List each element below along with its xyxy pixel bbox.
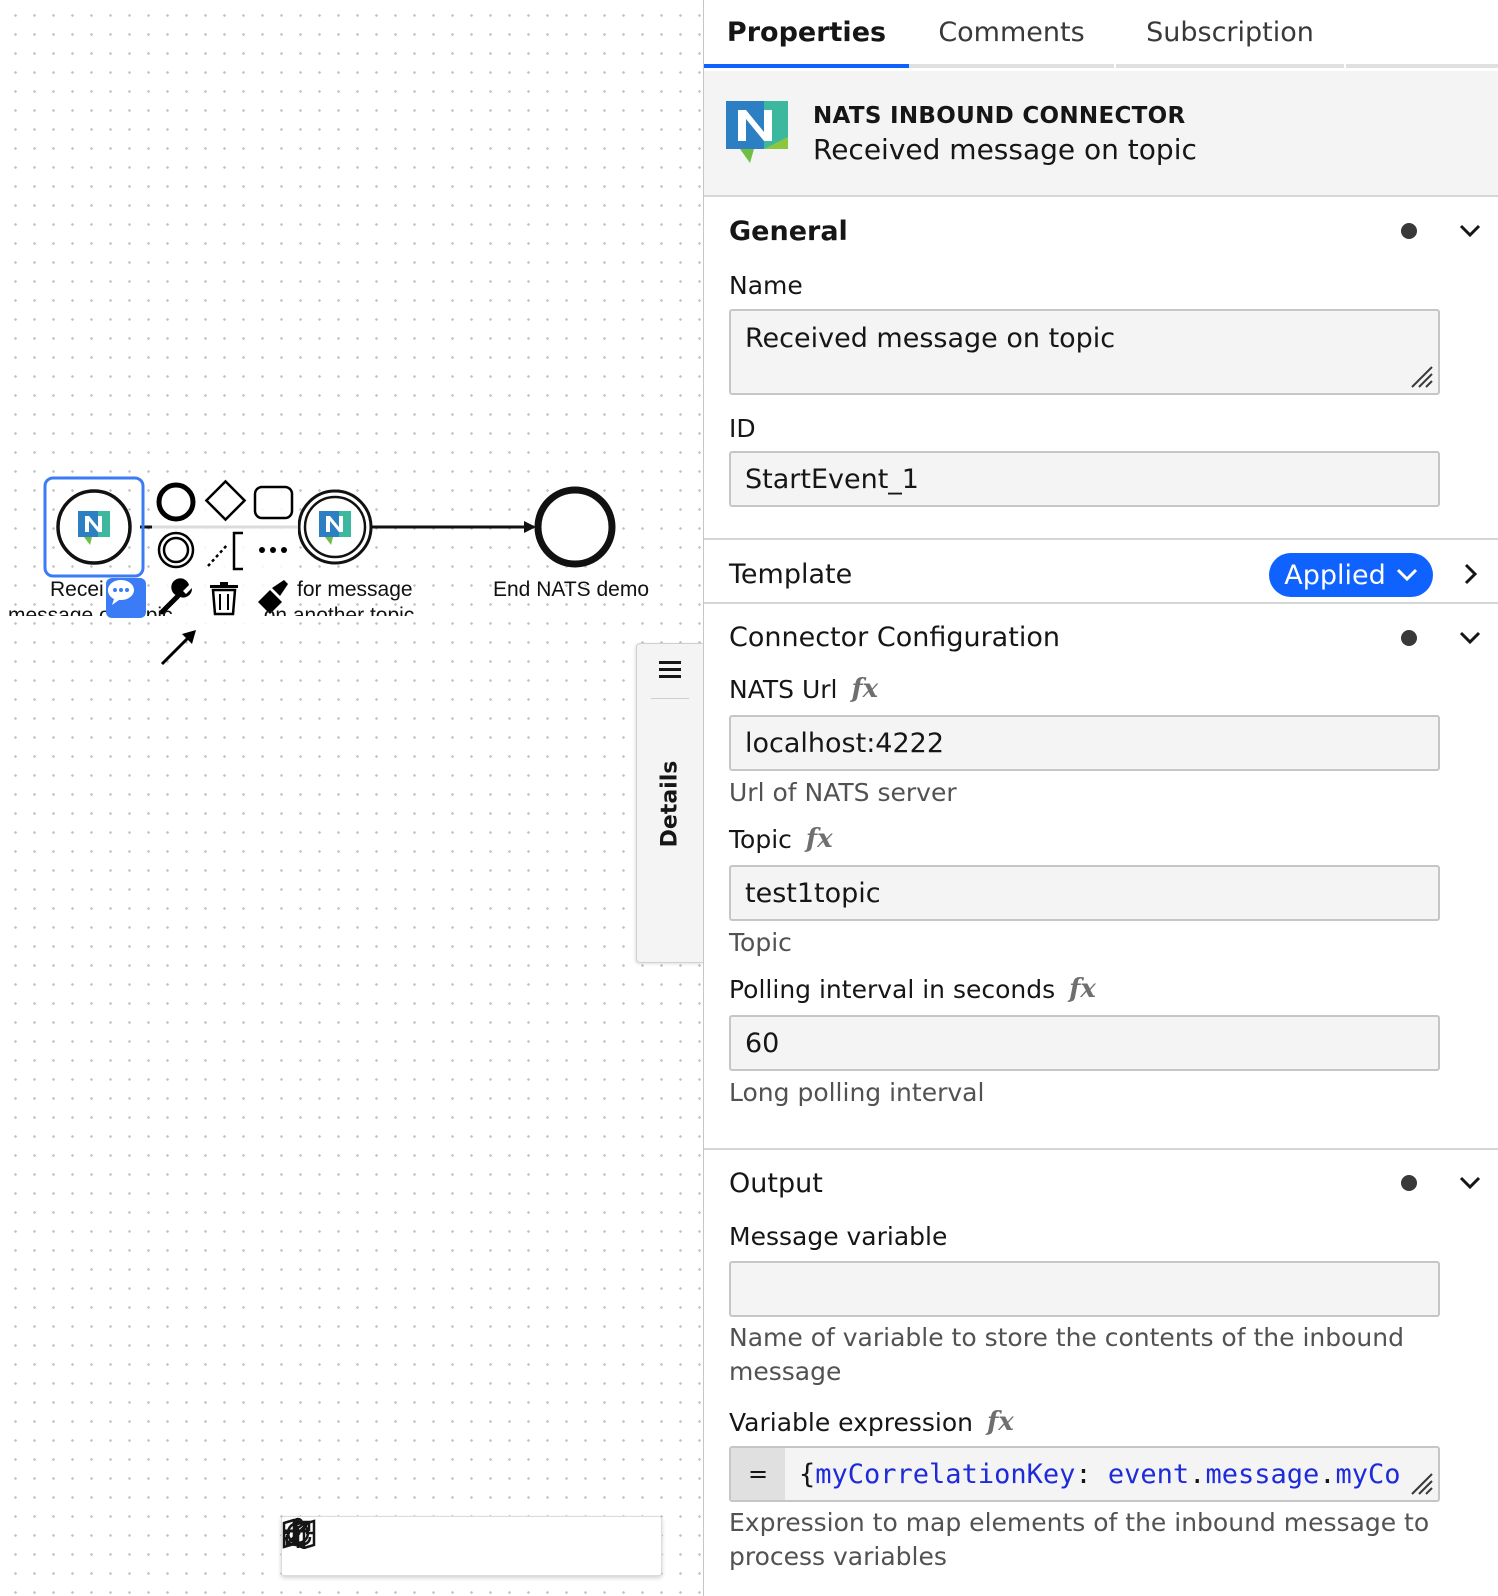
nats-url-label: NATS Url fx <box>729 674 878 704</box>
comment-icon[interactable] <box>106 578 146 618</box>
group-output-title[interactable]: Output <box>729 1168 823 1199</box>
nats-url-label-text: NATS Url <box>729 674 838 704</box>
fx-icon[interactable]: fx <box>987 1407 1014 1437</box>
start-event[interactable] <box>56 489 132 565</box>
minimap-icon[interactable] <box>282 1518 463 1567</box>
id-field-value: StartEvent_1 <box>745 463 919 495</box>
menu-lines-icon <box>659 661 681 678</box>
recenter-icon[interactable] <box>283 1518 522 1567</box>
topic-field[interactable]: test1topic <box>729 865 1440 921</box>
feel-equals-prefix: = <box>731 1448 785 1500</box>
zoom-out-icon[interactable] <box>285 1525 582 1567</box>
group-connector-dot <box>1401 630 1417 646</box>
template-applied-badge[interactable]: Applied <box>1269 553 1433 597</box>
tab-spacer <box>1346 0 1498 68</box>
variable-expression-value: {myCorrelationKey: event. message. myCo <box>799 1448 1423 1500</box>
fx-icon[interactable]: fx <box>1069 974 1096 1004</box>
message-variable-label: Message variable <box>729 1222 948 1251</box>
diagram-svg <box>43 476 616 666</box>
expr-token: . <box>1319 1458 1336 1490</box>
group-separator <box>704 538 1498 540</box>
topic-value: test1topic <box>745 877 881 909</box>
tab-comments[interactable]: Comments <box>909 0 1114 68</box>
message-variable-hint: Name of variable to store the contents o… <box>729 1323 1404 1386</box>
polling-label: Polling interval in seconds fx <box>729 974 1096 1004</box>
nats-url-hint: Url of NATS server <box>729 778 957 807</box>
polling-field[interactable]: 60 <box>729 1015 1440 1071</box>
intermediate-event-label-line1: for message <box>297 578 413 601</box>
details-tab-label: Details <box>657 760 683 848</box>
variable-expression-label: Variable expression fx <box>729 1407 1014 1437</box>
start-event-label-line1: Recei <box>50 578 104 601</box>
element-header: NATS INBOUND CONNECTOR Received message … <box>704 71 1498 197</box>
panel-tabs: Properties Comments Subscription <box>704 0 1498 71</box>
end-event[interactable] <box>534 486 616 568</box>
expr-token: event <box>1107 1458 1190 1490</box>
topic-label: Topic fx <box>729 824 833 854</box>
id-field[interactable]: StartEvent_1 <box>729 451 1440 507</box>
nats-url-value: localhost:4222 <box>745 727 945 759</box>
variable-expression-field[interactable]: = {myCorrelationKey: event. message. myCo <box>729 1446 1440 1502</box>
element-name: Received message on topic <box>813 133 1197 166</box>
properties-panel: Properties Comments Subscription NATS IN… <box>703 0 1498 1596</box>
details-tab-divider <box>651 698 689 699</box>
nats-logo-icon <box>726 101 788 163</box>
connect-icon[interactable] <box>160 630 196 666</box>
group-connector-title[interactable]: Connector Configuration <box>729 622 1060 653</box>
tab-subscription[interactable]: Subscription <box>1116 0 1344 68</box>
expr-token: . <box>1189 1458 1206 1490</box>
expr-token: message <box>1205 1458 1320 1490</box>
fullscreen-icon[interactable] <box>285 1520 403 1567</box>
expr-token: : <box>1075 1458 1092 1490</box>
id-label: ID <box>729 414 756 443</box>
polling-value: 60 <box>745 1027 780 1059</box>
fx-icon[interactable]: fx <box>806 824 833 854</box>
end-event-label: End NATS demo <box>493 578 650 601</box>
polling-label-text: Polling interval in seconds <box>729 974 1056 1004</box>
chevron-down-icon[interactable] <box>1458 1171 1482 1195</box>
template-applied-label: Applied <box>1284 559 1386 591</box>
variable-expression-label-text: Variable expression <box>729 1407 974 1437</box>
expr-token: myCorrelationKey <box>815 1458 1076 1490</box>
name-label: Name <box>729 271 803 300</box>
chevron-right-icon[interactable] <box>1462 562 1480 586</box>
nats-url-field[interactable]: localhost:4222 <box>729 715 1440 771</box>
details-tab[interactable]: Details <box>636 643 703 963</box>
group-template-title[interactable]: Template <box>729 559 852 590</box>
zoom-in-icon[interactable] <box>285 1520 642 1567</box>
resize-handle-icon[interactable] <box>1410 365 1434 389</box>
canvas-toolbar <box>281 1516 662 1576</box>
group-separator <box>704 602 1498 604</box>
group-general-dot <box>1401 223 1417 239</box>
tab-properties[interactable]: Properties <box>704 0 909 68</box>
expr-token: { <box>799 1458 816 1490</box>
variable-expression-hint: Expression to map elements of the inboun… <box>729 1508 1430 1571</box>
more-icon[interactable] <box>259 547 287 553</box>
group-output-dot <box>1401 1175 1417 1191</box>
polling-hint: Long polling interval <box>729 1078 985 1107</box>
chevron-down-icon[interactable] <box>1458 219 1482 243</box>
diagram-canvas[interactable]: Recei message on topic for message on an… <box>0 0 703 1596</box>
topic-label-text: Topic <box>729 824 792 854</box>
name-field[interactable]: Received message on topic <box>729 309 1440 395</box>
topic-hint: Topic <box>729 928 792 957</box>
message-variable-field[interactable] <box>729 1261 1440 1317</box>
fx-icon[interactable]: fx <box>851 674 878 704</box>
name-field-value: Received message on topic <box>745 323 1116 354</box>
expr-token: myCo <box>1335 1458 1401 1490</box>
element-type: NATS INBOUND CONNECTOR <box>813 103 1186 129</box>
chevron-down-icon[interactable] <box>1458 626 1482 650</box>
group-general-title[interactable]: General <box>729 216 848 247</box>
resize-handle-icon[interactable] <box>1410 1472 1434 1496</box>
chevron-down-icon <box>1396 568 1417 582</box>
group-separator <box>704 1148 1498 1150</box>
intermediate-catch-event[interactable] <box>297 489 373 565</box>
